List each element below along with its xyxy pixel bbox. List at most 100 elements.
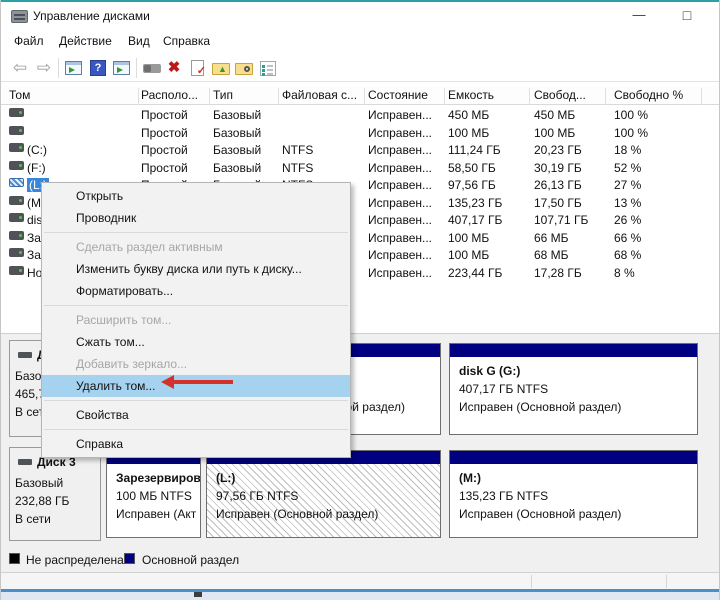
- menubar-item-1[interactable]: Файл: [14, 34, 44, 48]
- volume-row-1[interactable]: ПростойБазовыйИсправен...450 МБ450 МБ100…: [1, 107, 720, 125]
- free-pct-cell: 52 %: [614, 161, 641, 175]
- free-pct-cell: 68 %: [614, 248, 641, 262]
- forward-icon[interactable]: ⇨: [33, 57, 55, 79]
- primary-partition-bar: [450, 451, 697, 464]
- taskbar-mark: [194, 592, 202, 597]
- disk3-partition-reserved[interactable]: Зарезервиров 100 МБ NTFS Исправен (Акт: [106, 450, 201, 538]
- titlebar: Управление дисками — □: [1, 2, 720, 30]
- column-header-6[interactable]: Емкость: [448, 88, 494, 102]
- volume-icon: [9, 108, 24, 117]
- partition-status: Исправен (Основной раздел): [459, 400, 621, 414]
- menubar-item-3[interactable]: Вид: [128, 34, 150, 48]
- free-pct-cell: 100 %: [614, 108, 648, 122]
- menu-separator: [44, 232, 348, 233]
- context-menu-item[interactable]: Сжать том...: [42, 331, 350, 353]
- volume-context-menu: ОткрытьПроводникСделать раздел активнымИ…: [41, 182, 351, 458]
- column-header-2[interactable]: Располо...: [141, 88, 198, 102]
- capacity-cell: 58,50 ГБ: [448, 161, 496, 175]
- help-icon[interactable]: ?: [87, 57, 109, 79]
- minimize-button[interactable]: —: [619, 2, 659, 30]
- console-window-play-icon[interactable]: [111, 57, 133, 79]
- free-cell: 107,71 ГБ: [534, 213, 588, 227]
- free-cell: 30,19 ГБ: [534, 161, 582, 175]
- folder-up-icon[interactable]: ▲: [210, 57, 232, 79]
- column-header-3[interactable]: Тип: [213, 88, 233, 102]
- status-separator: [666, 575, 667, 588]
- column-header-7[interactable]: Свобод...: [534, 88, 586, 102]
- menu-separator: [44, 400, 348, 401]
- check-document-icon[interactable]: ✓: [187, 57, 209, 79]
- capacity-cell: 100 МБ: [448, 126, 489, 140]
- context-menu-item: Добавить зеркало...: [42, 353, 350, 375]
- volume-row-4[interactable]: (F:)ПростойБазовыйNTFSИсправен...58,50 Г…: [1, 160, 720, 178]
- column-separator: [209, 88, 210, 105]
- back-icon[interactable]: ⇦: [9, 57, 31, 79]
- free-cell: 17,50 ГБ: [534, 196, 582, 210]
- column-separator: [529, 88, 530, 105]
- capacity-cell: 111,24 ГБ: [448, 143, 501, 157]
- volume-label: (F:): [27, 161, 46, 175]
- column-separator: [444, 88, 445, 105]
- volume-icon: [9, 126, 24, 135]
- partition-title: disk G (G:): [459, 364, 520, 378]
- volume-icon: [9, 161, 24, 170]
- column-header-4[interactable]: Файловая с...: [282, 88, 357, 102]
- disk-management-window: Управление дисками — □ Файл Действие Вид Сп…: [0, 0, 720, 600]
- context-menu-item[interactable]: Форматировать...: [42, 280, 350, 302]
- disk-management-app-icon: [11, 10, 28, 23]
- menu-separator: [44, 305, 348, 306]
- toolbar: ⇦⇨? ✖✓▲: [1, 54, 720, 82]
- capacity-cell: 407,17 ГБ: [448, 213, 502, 227]
- layout-cell: Простой: [141, 126, 188, 140]
- capacity-cell: 135,23 ГБ: [448, 196, 502, 210]
- status-cell: Исправен...: [368, 126, 432, 140]
- checklist-icon[interactable]: [257, 57, 279, 79]
- volume-row-2[interactable]: ПростойБазовыйИсправен...100 МБ100 МБ100…: [1, 125, 720, 143]
- context-menu-item[interactable]: Справка: [42, 433, 350, 455]
- partition-size: 407,17 ГБ NTFS: [459, 382, 548, 396]
- partition-title: (M:): [459, 471, 481, 485]
- free-pct-cell: 27 %: [614, 178, 641, 192]
- volume-row-3[interactable]: (C:)ПростойБазовыйNTFSИсправен...111,24 …: [1, 142, 720, 160]
- status-cell: Исправен...: [368, 108, 432, 122]
- delete-x-icon[interactable]: ✖: [163, 57, 185, 79]
- capacity-cell: 97,56 ГБ: [448, 178, 496, 192]
- partition-size: 135,23 ГБ NTFS: [459, 489, 548, 503]
- column-separator: [138, 88, 139, 105]
- annotation-arrow: [161, 375, 233, 389]
- primary-partition-bar: [450, 344, 697, 357]
- status-separator: [531, 575, 532, 588]
- folder-search-icon[interactable]: [233, 57, 255, 79]
- column-header-8[interactable]: Свободно %: [614, 88, 683, 102]
- column-header-5[interactable]: Состояние: [368, 88, 428, 102]
- column-separator: [605, 88, 606, 105]
- column-header-1[interactable]: Том: [9, 88, 30, 102]
- maximize-button[interactable]: □: [667, 2, 707, 30]
- free-pct-cell: 18 %: [614, 143, 641, 157]
- partition-status: Исправен (Акт: [116, 507, 196, 521]
- menubar-item-4[interactable]: Справка: [163, 34, 210, 48]
- context-menu-item: Расширить том...: [42, 309, 350, 331]
- remote-tool-icon[interactable]: [141, 57, 163, 79]
- free-cell: 68 МБ: [534, 248, 569, 262]
- console-window-icon[interactable]: [63, 57, 85, 79]
- context-menu-item[interactable]: Проводник: [42, 207, 350, 229]
- menubar-item-2[interactable]: Действие: [59, 34, 112, 48]
- column-separator: [701, 88, 702, 105]
- context-menu-item[interactable]: Изменить букву диска или путь к диску...: [42, 258, 350, 280]
- volume-icon: [9, 143, 24, 152]
- free-cell: 17,28 ГБ: [534, 266, 582, 280]
- disk3-partition-L-selected[interactable]: (L:) 97,56 ГБ NTFS Исправен (Основной ра…: [206, 450, 441, 538]
- volume-icon: [9, 266, 24, 275]
- context-menu-item[interactable]: Открыть: [42, 185, 350, 207]
- legend-primary-label: Основной раздел: [142, 553, 239, 567]
- taskbar-sliver: [1, 592, 720, 600]
- context-menu-item[interactable]: Свойства: [42, 404, 350, 426]
- disk2-partition-diskG[interactable]: disk G (G:) 407,17 ГБ NTFS Исправен (Осн…: [449, 343, 698, 435]
- disk3-partition-M[interactable]: (M:) 135,23 ГБ NTFS Исправен (Основной р…: [449, 450, 698, 538]
- menu-separator: [44, 429, 348, 430]
- status-cell: Исправен...: [368, 266, 432, 280]
- type-cell: Базовый: [213, 143, 261, 157]
- legend-primary-swatch: [124, 553, 135, 564]
- volume-icon-selected: [9, 178, 24, 187]
